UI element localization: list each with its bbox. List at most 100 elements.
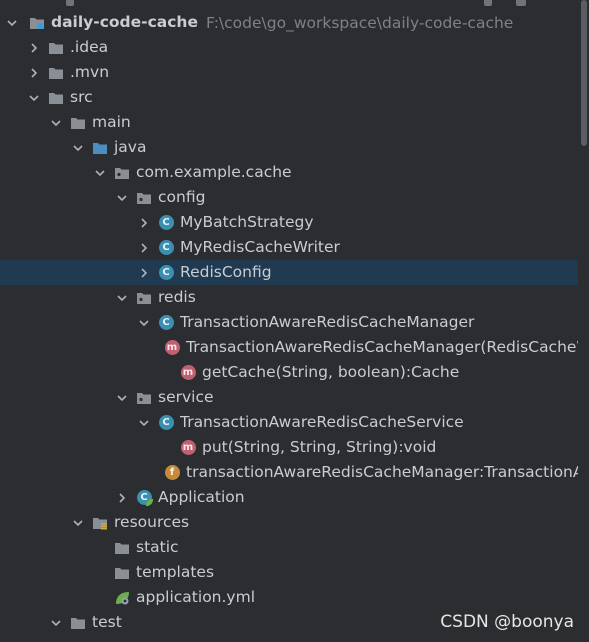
tree-row-main[interactable]: main bbox=[0, 110, 578, 135]
chevron-right-icon[interactable] bbox=[114, 490, 130, 506]
project-name: daily-code-cache bbox=[51, 13, 198, 31]
spring-leaf-icon bbox=[145, 498, 154, 506]
tree-row-src[interactable]: src bbox=[0, 85, 578, 110]
tree-item-label: put(String, String, String):void bbox=[202, 438, 437, 456]
tree-row-tx-manager-ctor[interactable]: m TransactionAwareRedisCacheManager(Redi… bbox=[0, 335, 589, 360]
tree-row-static[interactable]: static bbox=[0, 535, 578, 560]
tree-row-get-cache[interactable]: m getCache(String, boolean):Cache bbox=[0, 360, 578, 385]
tree-row-tx-manager[interactable]: C TransactionAwareRedisCacheManager bbox=[0, 310, 578, 335]
chevron-down-icon[interactable] bbox=[114, 190, 130, 206]
tree-row-templates[interactable]: templates bbox=[0, 560, 578, 585]
class-letter: C bbox=[158, 415, 174, 430]
class-letter: C bbox=[158, 265, 174, 280]
tree-row-package[interactable]: com.example.cache bbox=[0, 160, 578, 185]
folder-icon bbox=[70, 615, 86, 631]
tree-item-label: test bbox=[92, 613, 122, 631]
toolbar-icon[interactable] bbox=[66, 0, 74, 6]
tree-row-resources[interactable]: resources bbox=[0, 510, 578, 535]
tree-item-label: RedisConfig bbox=[180, 263, 272, 281]
chevron-right-icon[interactable] bbox=[136, 215, 152, 231]
toolbar-icon[interactable] bbox=[484, 0, 492, 6]
tree-row-put[interactable]: m put(String, String, String):void bbox=[0, 435, 578, 460]
tree-row-root[interactable]: daily-code-cache F:\code\go_workspace\da… bbox=[0, 10, 578, 35]
chevron-down-icon[interactable] bbox=[92, 165, 108, 181]
folder-icon bbox=[48, 40, 64, 56]
tree-item-label: .mvn bbox=[70, 63, 110, 81]
method-icon: m bbox=[164, 340, 180, 356]
spring-boot-class-icon: C bbox=[136, 490, 154, 506]
tree-item-label: application.yml bbox=[136, 588, 256, 606]
tree-row-config[interactable]: config bbox=[0, 185, 578, 210]
chevron-right-icon[interactable] bbox=[136, 240, 152, 256]
folder-icon bbox=[48, 90, 64, 106]
tree-item-label: templates bbox=[136, 563, 215, 581]
class-icon: C bbox=[158, 315, 174, 331]
vertical-scrollbar[interactable] bbox=[578, 0, 589, 642]
tree-row-service[interactable]: service bbox=[0, 385, 578, 410]
tree-row-tx-field[interactable]: f transactionAwareRedisCacheManager:Tran… bbox=[0, 460, 589, 485]
folder-icon bbox=[114, 540, 130, 556]
chevron-down-icon[interactable] bbox=[4, 15, 20, 31]
source-folder-icon bbox=[92, 140, 108, 156]
class-icon: C bbox=[158, 415, 174, 431]
class-letter: C bbox=[158, 215, 174, 230]
tree-row-mvn[interactable]: .mvn bbox=[0, 60, 578, 85]
tree-row-tx-service[interactable]: C TransactionAwareRedisCacheService bbox=[0, 410, 578, 435]
chevron-down-icon[interactable] bbox=[48, 615, 64, 631]
method-letter: m bbox=[180, 440, 196, 455]
tree-item-label: getCache(String, boolean):Cache bbox=[202, 363, 460, 381]
chevron-right-icon[interactable] bbox=[26, 40, 42, 56]
tree-row-redis[interactable]: redis bbox=[0, 285, 578, 310]
tree-row-redis-config[interactable]: C RedisConfig bbox=[0, 260, 578, 285]
tree-row-application-yml[interactable]: application.yml bbox=[0, 585, 578, 610]
tree-item-label: MyBatchStrategy bbox=[180, 213, 314, 231]
toolbar-strip bbox=[0, 0, 589, 8]
chevron-down-icon[interactable] bbox=[114, 390, 130, 406]
tree-row-my-batch-strategy[interactable]: C MyBatchStrategy bbox=[0, 210, 578, 235]
chevron-down-icon[interactable] bbox=[136, 315, 152, 331]
tree-item-label: service bbox=[158, 388, 214, 406]
tree-item-label: Application bbox=[158, 488, 245, 506]
tree-item-label: TransactionAwareRedisCacheManager(RedisC… bbox=[186, 338, 589, 356]
tree-item-label: static bbox=[136, 538, 179, 556]
resources-folder-icon bbox=[92, 515, 108, 531]
tree-item-label: TransactionAwareRedisCacheService bbox=[180, 413, 464, 431]
field-letter: f bbox=[164, 465, 180, 480]
scrollbar-thumb[interactable] bbox=[581, 0, 587, 146]
chevron-right-icon[interactable] bbox=[26, 65, 42, 81]
tree-row-java[interactable]: java bbox=[0, 135, 578, 160]
project-path: F:\code\go_workspace\daily-code-cache bbox=[205, 13, 514, 32]
tree-item-label: com.example.cache bbox=[136, 163, 292, 181]
chevron-down-icon[interactable] bbox=[48, 115, 64, 131]
package-icon bbox=[136, 190, 152, 206]
toolbar-icon[interactable] bbox=[516, 0, 526, 6]
tree-item-label: resources bbox=[114, 513, 190, 531]
tree-row-my-redis-cache-writer[interactable]: C MyRedisCacheWriter bbox=[0, 235, 578, 260]
method-icon: m bbox=[180, 365, 196, 381]
chevron-down-icon[interactable] bbox=[114, 290, 130, 306]
tree-item-label: redis bbox=[158, 288, 196, 306]
chevron-down-icon[interactable] bbox=[70, 515, 86, 531]
class-letter: C bbox=[158, 240, 174, 255]
tree-row-idea[interactable]: .idea bbox=[0, 35, 578, 60]
chevron-down-icon[interactable] bbox=[26, 90, 42, 106]
chevron-right-icon[interactable] bbox=[136, 265, 152, 281]
folder-icon bbox=[70, 115, 86, 131]
project-tool-window: daily-code-cache F:\code\go_workspace\da… bbox=[0, 0, 589, 642]
tree-item-label: java bbox=[114, 138, 147, 156]
method-letter: m bbox=[180, 365, 196, 380]
chevron-down-icon[interactable] bbox=[70, 140, 86, 156]
tree-item-label: src bbox=[70, 88, 93, 106]
folder-icon bbox=[114, 565, 130, 581]
class-icon: C bbox=[158, 265, 174, 281]
package-icon bbox=[136, 390, 152, 406]
package-icon bbox=[114, 165, 130, 181]
module-folder-icon bbox=[29, 15, 45, 31]
tree-row-application[interactable]: C Application bbox=[0, 485, 578, 510]
class-letter: C bbox=[158, 315, 174, 330]
spring-config-file-icon bbox=[114, 590, 130, 606]
tree-item-label: .idea bbox=[70, 38, 109, 56]
watermark: CSDN @boonya bbox=[440, 612, 574, 632]
chevron-down-icon[interactable] bbox=[136, 415, 152, 431]
tree-item-label: main bbox=[92, 113, 131, 131]
